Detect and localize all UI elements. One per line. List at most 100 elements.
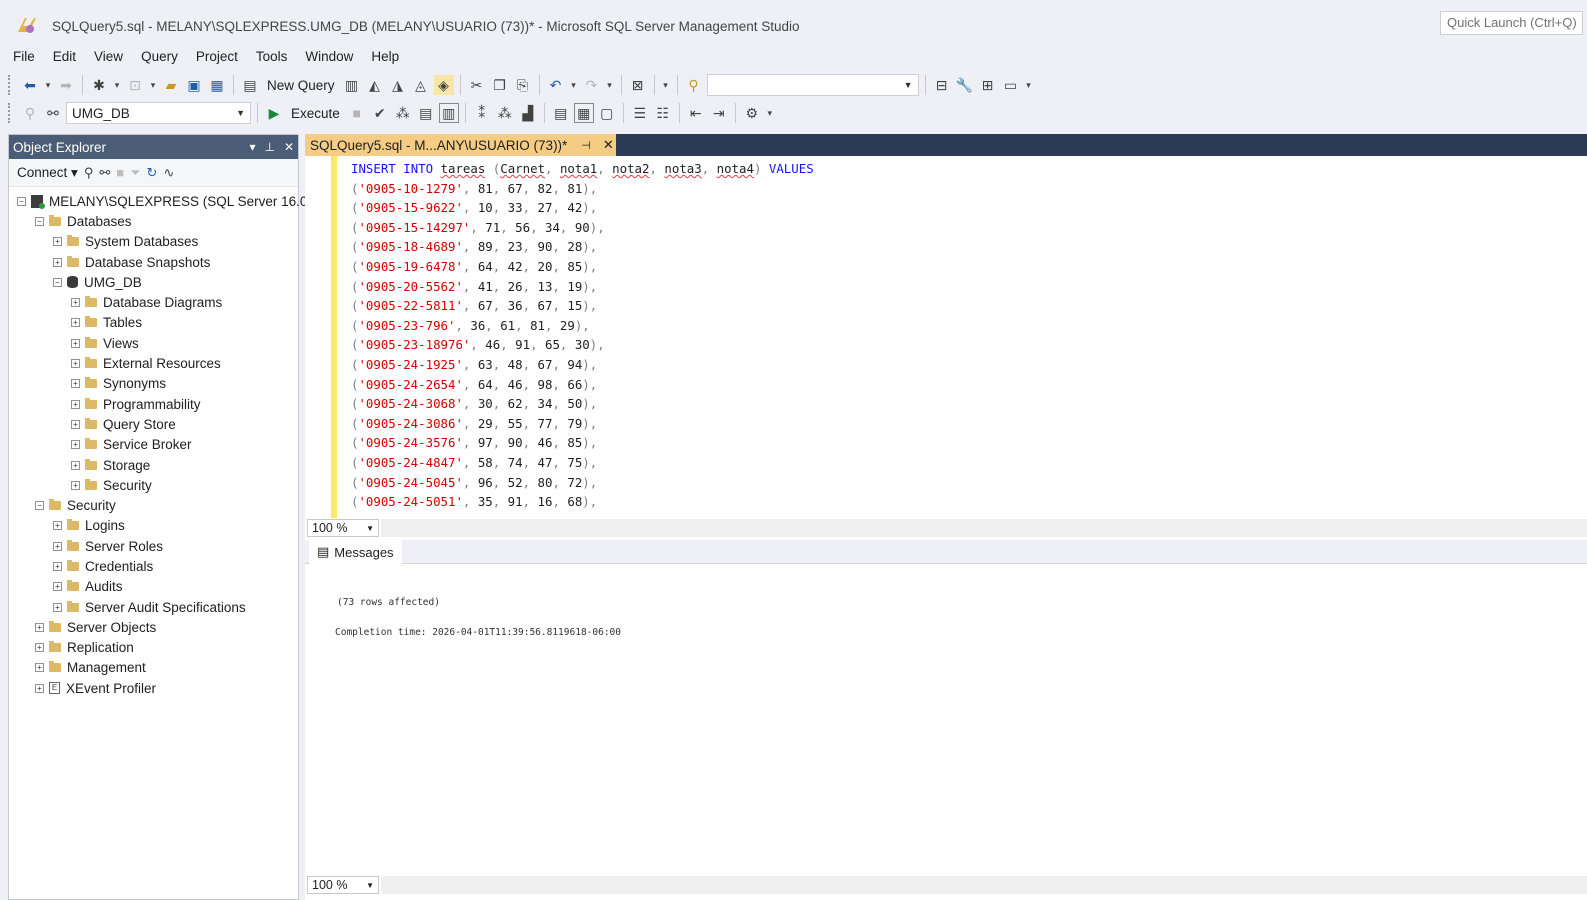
menu-window[interactable]: Window [296, 49, 362, 64]
find-combo[interactable]: ▼ [706, 74, 919, 96]
new-project-dropdown-icon[interactable]: ▾ [112, 80, 122, 91]
undo-dropdown-icon[interactable]: ▾ [569, 80, 579, 91]
expand-icon[interactable]: + [53, 602, 62, 612]
expand-icon[interactable]: + [71, 399, 80, 409]
save-all-icon[interactable]: ▦ [207, 75, 227, 95]
tree-node[interactable]: + Storage [9, 455, 298, 475]
parse-check-icon[interactable]: ✔ [370, 103, 390, 123]
expand-icon[interactable]: + [53, 521, 62, 531]
pin-icon[interactable]: ⊣ [581, 139, 591, 152]
tree-node[interactable]: + Replication [9, 638, 298, 658]
collapse-icon[interactable]: − [35, 216, 44, 226]
properties-wrench-icon[interactable]: 🔧 [955, 75, 975, 95]
expand-icon[interactable]: + [71, 318, 80, 328]
new-query-icon[interactable]: ▤ [240, 75, 260, 95]
tree-node[interactable]: + Synonyms [9, 374, 298, 394]
analysis-mdx-query-icon[interactable]: ◭ [365, 75, 385, 95]
tree-node[interactable]: + Query Store [9, 414, 298, 434]
add-item-dropdown-icon[interactable]: ▾ [148, 80, 158, 91]
redo-icon[interactable]: ↷ [582, 75, 602, 95]
tree-node[interactable]: − UMG_DB [9, 272, 298, 292]
expand-icon[interactable]: + [53, 237, 62, 247]
available-databases-select[interactable]: UMG_DB ▼ [66, 102, 251, 124]
execute-icon[interactable]: ▶ [264, 103, 284, 123]
command-window-icon[interactable]: ▭ [1001, 75, 1021, 95]
execute-button[interactable]: Execute [287, 106, 344, 121]
save-icon[interactable]: ▣ [184, 75, 204, 95]
expand-icon[interactable]: + [71, 379, 80, 389]
tree-node[interactable]: + Server Objects [9, 617, 298, 637]
change-connection-icon[interactable]: ⚯ [43, 103, 63, 123]
toolbox-icon[interactable]: ⊞ [978, 75, 998, 95]
tree-node[interactable]: + System Databases [9, 232, 298, 252]
results-horizontal-scrollbar[interactable] [381, 876, 1587, 894]
tree-node[interactable]: + Credentials [9, 556, 298, 576]
menu-tools[interactable]: Tools [247, 49, 297, 64]
include-actual-plan-icon[interactable]: ⁑ [472, 103, 492, 123]
sql-code[interactable]: INSERT INTO tareas (Carnet, nota1, nota2… [351, 159, 814, 512]
increase-indent-icon[interactable]: ⇥ [709, 103, 729, 123]
tree-node[interactable]: + Programmability [9, 394, 298, 414]
menu-file[interactable]: File [4, 49, 44, 64]
new-project-icon[interactable]: ✱ [89, 75, 109, 95]
activity-monitor-icon[interactable]: ∿ [163, 165, 174, 181]
uncomment-lines-icon[interactable]: ☷ [653, 103, 673, 123]
menu-project[interactable]: Project [187, 49, 247, 64]
paste-icon[interactable]: ⎘ [513, 75, 533, 95]
filter-icon[interactable]: ⏷ [130, 165, 140, 181]
results-to-text-icon[interactable]: ▤ [551, 103, 571, 123]
tree-node[interactable]: + Server Audit Specifications [9, 597, 298, 617]
tree-node[interactable]: + Database Diagrams [9, 292, 298, 312]
disconnect-icon[interactable]: ⚯ [99, 165, 110, 181]
tree-node[interactable]: + External Resources [9, 353, 298, 373]
tree-node[interactable]: + Management [9, 658, 298, 678]
display-estimated-plan-icon[interactable]: ⁂ [393, 103, 413, 123]
redo-dropdown-icon[interactable]: ▾ [605, 80, 615, 91]
tab-sqlquery5[interactable]: SQLQuery5.sql - M...ANY\USUARIO (73))* ⊣… [305, 134, 616, 156]
tree-node[interactable]: + E XEvent Profiler [9, 678, 298, 698]
expand-icon[interactable]: + [35, 663, 44, 673]
back-dropdown-icon[interactable]: ▾ [43, 80, 53, 91]
collapse-icon[interactable]: − [35, 501, 44, 511]
expand-icon[interactable]: + [71, 419, 80, 429]
solution-configuration-dropdown-icon[interactable]: ▾ [661, 80, 671, 91]
specify-template-values-icon[interactable]: ⚙ [742, 103, 762, 123]
expand-icon[interactable]: + [71, 338, 80, 348]
forward-icon[interactable]: ➡ [56, 75, 76, 95]
menu-help[interactable]: Help [362, 49, 408, 64]
tab-messages[interactable]: ▤ Messages [309, 540, 402, 564]
results-to-grid-icon[interactable]: ▦ [573, 103, 594, 123]
copy-icon[interactable]: ❐ [490, 75, 510, 95]
tree-node[interactable]: + Database Snapshots [9, 252, 298, 272]
toolbar-options-dropdown-icon[interactable]: ▾ [765, 108, 775, 119]
expand-icon[interactable]: + [35, 683, 44, 693]
sql-editor[interactable]: INSERT INTO tareas (Carnet, nota1, nota2… [305, 156, 1587, 518]
menu-view[interactable]: View [85, 49, 132, 64]
expand-icon[interactable]: + [35, 643, 44, 653]
window-position-dropdown-icon[interactable]: ▾ [249, 140, 255, 154]
expand-icon[interactable]: + [53, 257, 62, 267]
analysis-dmx-query-icon[interactable]: ◮ [388, 75, 408, 95]
collapse-icon[interactable]: − [53, 277, 62, 287]
expand-icon[interactable]: + [35, 622, 44, 632]
cut-icon[interactable]: ✂ [467, 75, 487, 95]
tree-node[interactable]: + Tables [9, 313, 298, 333]
new-query-button[interactable]: New Query [263, 78, 339, 93]
expand-icon[interactable]: + [71, 359, 80, 369]
connect-icon[interactable]: ⚲ [20, 103, 40, 123]
analysis-dax-query-icon[interactable]: ◈ [433, 75, 454, 95]
editor-zoom-select[interactable]: 100 % ▼ [307, 519, 379, 537]
navigate-icon[interactable]: ⊠ [628, 75, 648, 95]
close-icon[interactable]: ✕ [603, 137, 614, 153]
toolbar-grip[interactable] [8, 75, 13, 95]
connect-object-explorer-icon[interactable]: ⚲ [84, 165, 94, 181]
database-engine-query-icon[interactable]: ▥ [342, 75, 362, 95]
add-item-icon[interactable]: ⊡ [125, 75, 145, 95]
comment-lines-icon[interactable]: ☰ [630, 103, 650, 123]
tree-node[interactable]: + Security [9, 475, 298, 495]
toolbar-grip[interactable] [8, 103, 13, 123]
tree-node[interactable]: + Views [9, 333, 298, 353]
expand-icon[interactable]: + [71, 440, 80, 450]
refresh-icon[interactable]: ↻ [147, 165, 158, 181]
expand-icon[interactable]: + [71, 480, 80, 490]
